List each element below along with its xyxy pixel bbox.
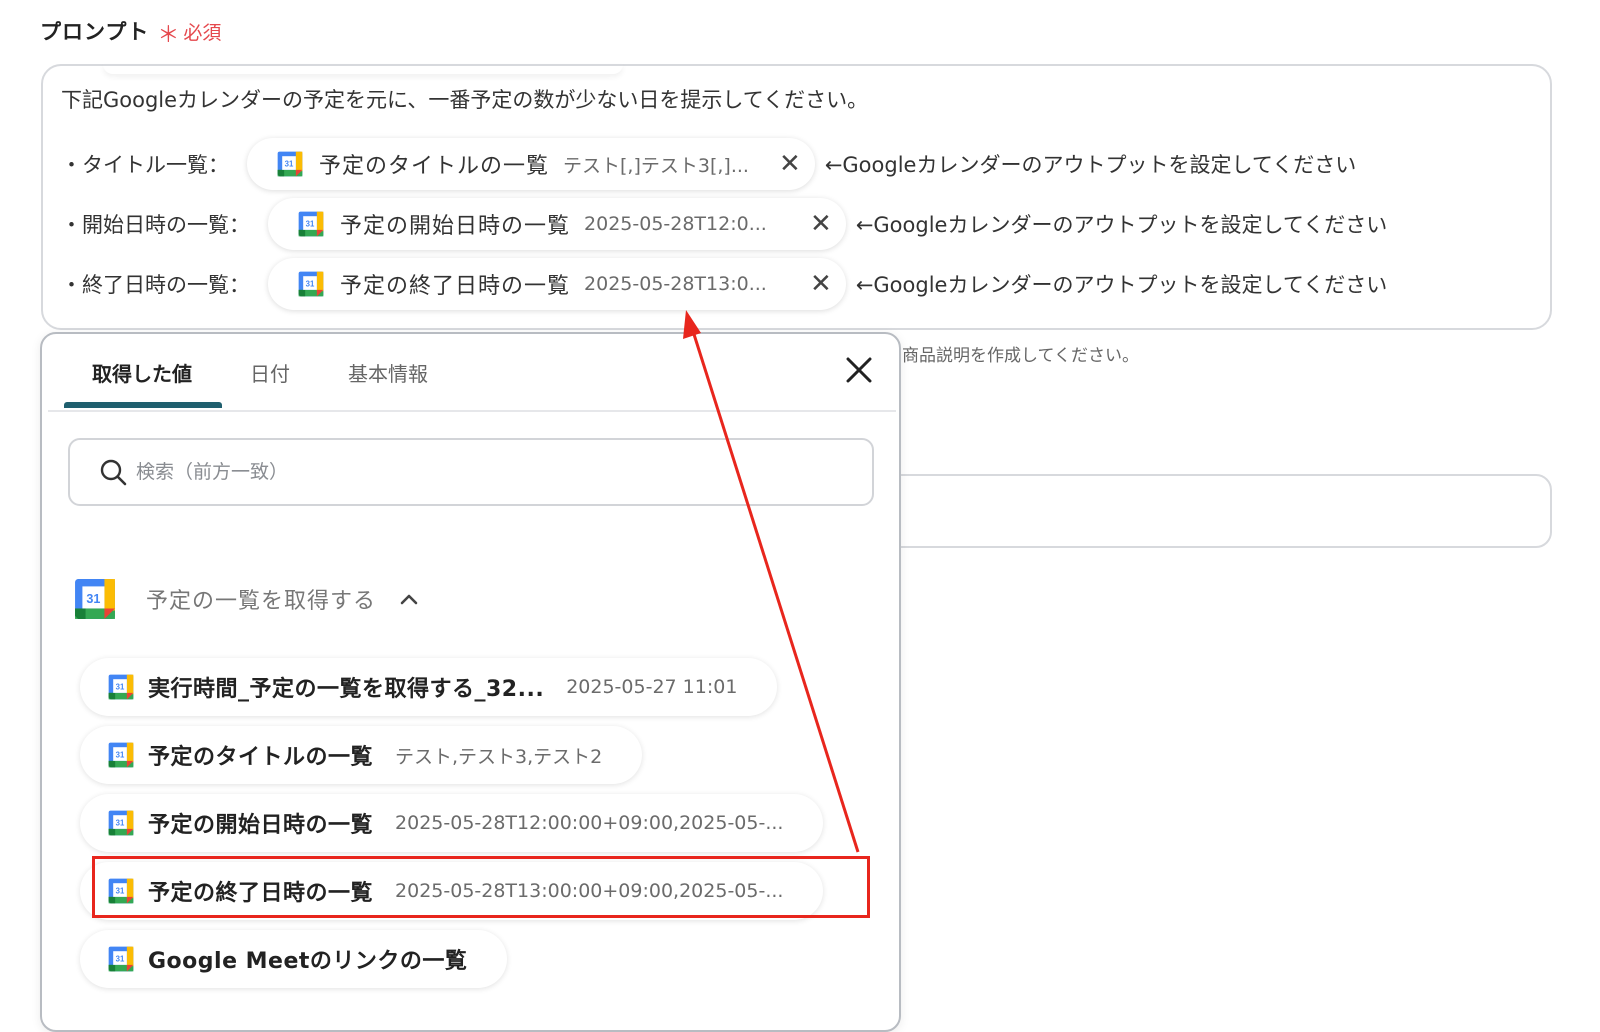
search-box[interactable] [68, 438, 874, 506]
google-calendar-icon: 31 [298, 211, 324, 237]
output-item-name: Google Meetのリンクの一覧 [148, 949, 468, 974]
google-calendar-icon: 31 [108, 946, 134, 972]
svg-text:31: 31 [116, 683, 125, 692]
output-group-header[interactable]: 31 予定の一覧を取得する [74, 578, 420, 620]
google-calendar-icon: 31 [277, 151, 303, 177]
google-calendar-icon: 31 [74, 578, 116, 620]
tab-basic-info[interactable]: 基本情報 [348, 358, 428, 387]
prompt-row-label: ・開始日時の一覧： [61, 213, 250, 237]
output-item-titles[interactable]: 31 予定のタイトルの一覧 テスト,テスト3,テスト2 [80, 726, 643, 784]
dropdown-shadow-remnant [103, 64, 623, 74]
google-calendar-icon: 31 [108, 878, 134, 904]
google-calendar-icon: 31 [108, 674, 134, 700]
output-item-start-times[interactable]: 31 予定の開始日時の一覧 2025-05-28T12:00:00+09:00,… [80, 794, 824, 852]
close-icon[interactable] [841, 352, 877, 388]
hint-text: ←Googleカレンダーのアウトプットを設定してください [824, 153, 1357, 177]
variable-chip-end-times[interactable]: 31 予定の終了日時の一覧 2025-05-28T13:0... ✕ [268, 258, 846, 310]
output-item-value: 2025-05-28T12:00:00+09:00,2025-05-... [395, 812, 784, 834]
output-item-value: テスト,テスト3,テスト2 [395, 745, 603, 768]
svg-text:31: 31 [285, 160, 294, 169]
background-helper-text: 商品説明を作成してください。 [902, 346, 1139, 366]
output-item-exec-time[interactable]: 31 実行時間_予定の一覧を取得する_32... 2025-05-27 11:0… [80, 658, 778, 716]
output-picker-panel: 取得した値 日付 基本情報 31 予定の一覧を取得する 31 実行時間_予定の一… [40, 332, 901, 1032]
svg-text:31: 31 [86, 592, 100, 606]
prompt-row-label: ・終了日時の一覧： [61, 273, 250, 297]
prompt-field-label-row: プロンプト ＊ 必須 [40, 14, 221, 48]
prompt-first-line: 下記Googleカレンダーの予定を元に、一番予定の数が少ない日を提示してください… [61, 88, 869, 112]
chip-value: 2025-05-28T12:0... [584, 213, 767, 235]
prompt-field-label: プロンプト [40, 20, 150, 44]
output-item-end-times[interactable]: 31 予定の終了日時の一覧 2025-05-28T13:00:00+09:00,… [80, 862, 824, 920]
svg-text:31: 31 [116, 819, 125, 828]
remove-chip-close-icon[interactable]: ✕ [810, 209, 832, 239]
background-input-field[interactable] [880, 474, 1552, 548]
search-icon [100, 459, 127, 486]
svg-text:31: 31 [306, 220, 315, 229]
prompt-textarea[interactable]: 下記Googleカレンダーの予定を元に、一番予定の数が少ない日を提示してください… [41, 64, 1552, 330]
chip-value: テスト[,]テスト3[,]... [563, 154, 749, 177]
chip-name: 予定の終了日時の一覧 [340, 274, 571, 299]
chevron-up-icon[interactable] [398, 588, 420, 610]
google-calendar-icon: 31 [298, 271, 324, 297]
chip-value: 2025-05-28T13:0... [584, 273, 767, 295]
chip-name: 予定のタイトルの一覧 [319, 154, 550, 179]
remove-chip-close-icon[interactable]: ✕ [779, 149, 801, 179]
required-label: 必須 [183, 21, 222, 44]
tab-date[interactable]: 日付 [250, 358, 290, 387]
svg-text:31: 31 [116, 955, 125, 964]
tab-retrieved-values[interactable]: 取得した値 [92, 358, 192, 387]
google-calendar-icon: 31 [108, 810, 134, 836]
required-star-icon: ＊ [157, 23, 180, 48]
prompt-row-title: ・タイトル一覧： 31 予定のタイトルの一覧 テスト[,]テスト3[,]... … [61, 138, 1356, 190]
output-item-value: 2025-05-28T13:00:00+09:00,2025-05-... [395, 880, 784, 902]
output-group-title: 予定の一覧を取得する [146, 589, 377, 614]
hint-text: ←Googleカレンダーのアウトプットを設定してください [855, 273, 1388, 297]
prompt-row-end: ・終了日時の一覧： 31 予定の終了日時の一覧 2025-05-28T13:0.… [61, 258, 1387, 310]
google-calendar-icon: 31 [108, 742, 134, 768]
output-item-name: 予定の開始日時の一覧 [148, 813, 374, 838]
prompt-row-label: ・タイトル一覧： [61, 153, 229, 177]
panel-tab-bar: 取得した値 日付 基本情報 [48, 334, 896, 412]
chip-name: 予定の開始日時の一覧 [340, 214, 571, 239]
prompt-row-start: ・開始日時の一覧： 31 予定の開始日時の一覧 2025-05-28T12:0.… [61, 198, 1387, 250]
svg-text:31: 31 [116, 887, 125, 896]
hint-text: ←Googleカレンダーのアウトプットを設定してください [855, 213, 1388, 237]
search-input[interactable] [134, 460, 818, 484]
output-item-name: 予定の終了日時の一覧 [148, 881, 374, 906]
output-item-value: 2025-05-27 11:01 [566, 676, 738, 698]
svg-text:31: 31 [116, 751, 125, 760]
svg-text:31: 31 [306, 280, 315, 289]
active-tab-indicator [64, 402, 222, 408]
remove-chip-close-icon[interactable]: ✕ [810, 269, 832, 299]
output-item-name: 予定のタイトルの一覧 [148, 745, 374, 770]
output-item-name: 実行時間_予定の一覧を取得する_32... [148, 677, 545, 702]
output-item-meet-links[interactable]: 31 Google Meetのリンクの一覧 [80, 930, 508, 988]
variable-chip-titles[interactable]: 31 予定のタイトルの一覧 テスト[,]テスト3[,]... ✕ [247, 138, 815, 190]
variable-chip-start-times[interactable]: 31 予定の開始日時の一覧 2025-05-28T12:0... ✕ [268, 198, 846, 250]
